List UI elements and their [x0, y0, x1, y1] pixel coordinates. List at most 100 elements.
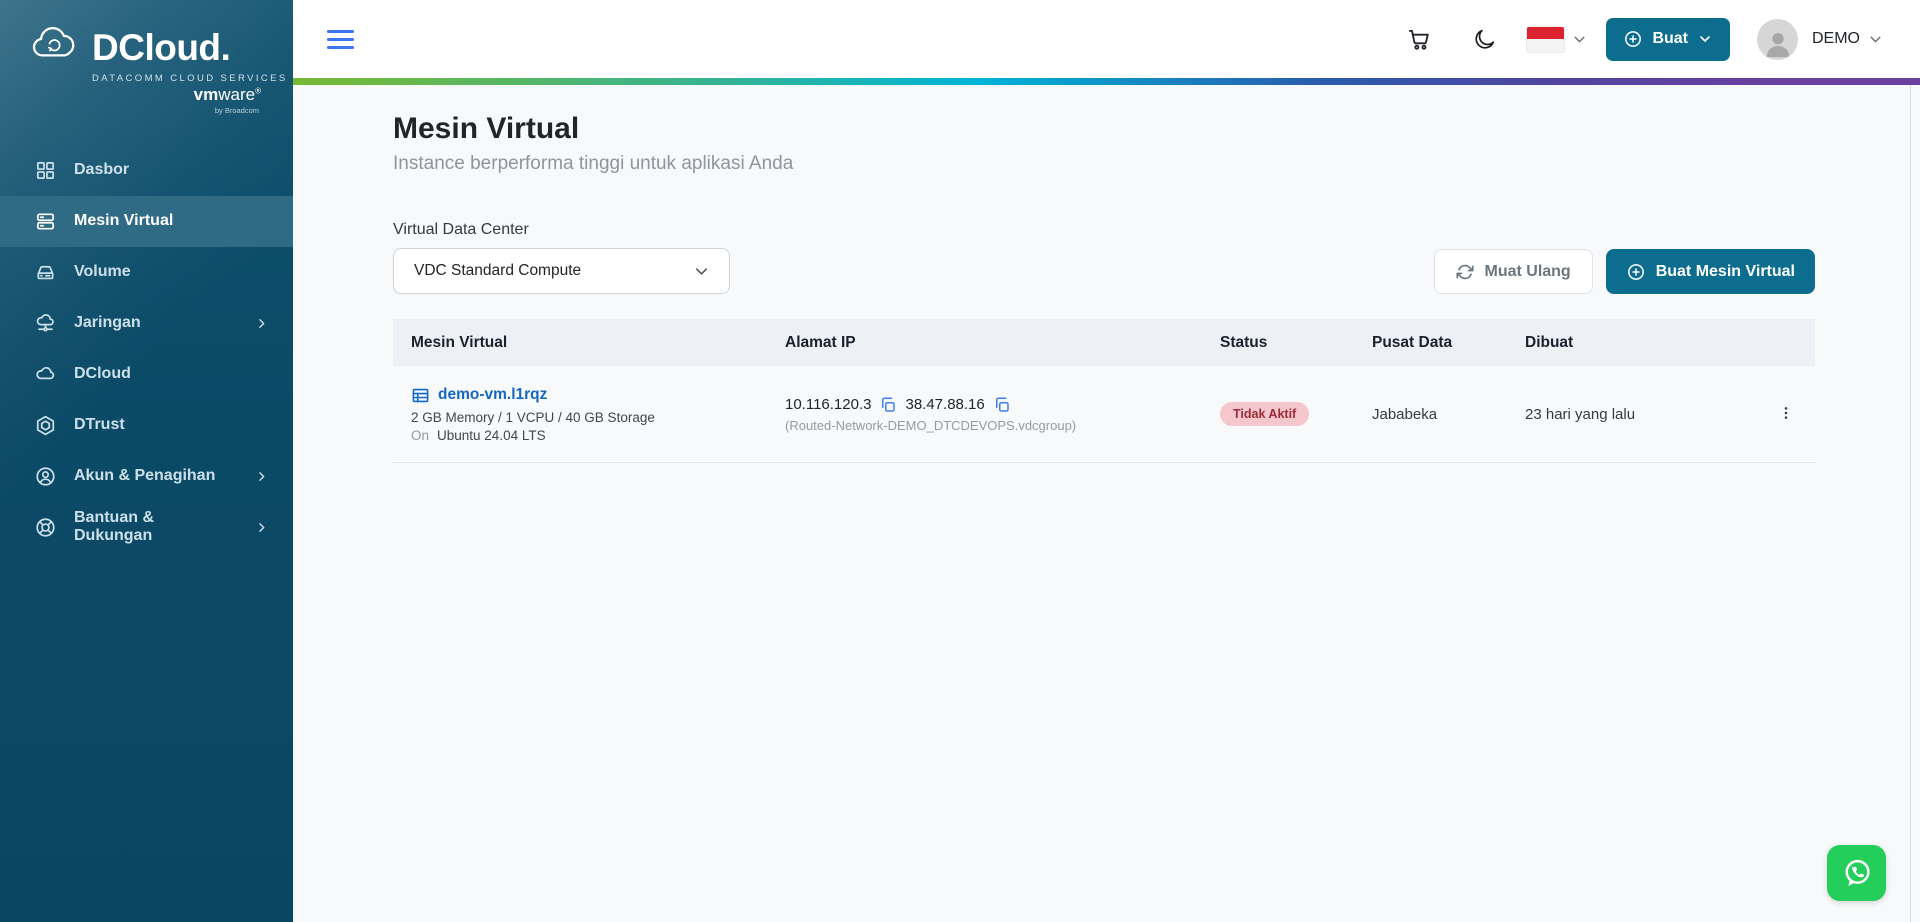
refresh-icon: [1456, 263, 1474, 281]
dcloud-cloud-logo-icon: [30, 26, 82, 69]
vm-name-link[interactable]: demo-vm.l1rqz: [438, 386, 547, 404]
chevron-down-icon: [692, 262, 711, 281]
vm-info-cell: demo-vm.l1rqz 2 GB Memory / 1 VCPU / 40 …: [393, 386, 785, 443]
user-name: DEMO: [1812, 30, 1860, 48]
create-button[interactable]: Buat: [1606, 18, 1730, 61]
chevron-right-icon: [250, 317, 273, 330]
cloud-icon: [34, 363, 57, 386]
server-icon: [34, 210, 57, 233]
created-cell: 23 hari yang lalu: [1525, 406, 1770, 423]
vm-os: OnUbuntu 24.04 LTS: [411, 428, 785, 443]
column-header: Dibuat: [1525, 334, 1770, 352]
page-subtitle: Instance berperforma tinggi untuk aplika…: [393, 153, 1815, 175]
brand-logo: DCloud. DATACOMM CLOUD SERVICES vmware® …: [0, 0, 293, 125]
sidebar: DCloud. DATACOMM CLOUD SERVICES vmware® …: [0, 0, 293, 922]
plus-circle-icon: [1626, 262, 1646, 282]
chevron-down-icon: [1867, 31, 1884, 48]
chevron-right-icon: [250, 470, 273, 483]
create-vm-button[interactable]: Buat Mesin Virtual: [1606, 249, 1815, 294]
drive-icon: [34, 261, 57, 284]
sidebar-item-label: Bantuan & Dukungan: [74, 509, 233, 545]
sidebar-item-label: Jaringan: [74, 314, 141, 332]
copy-public-ip-button[interactable]: [993, 396, 1011, 414]
copy-icon: [879, 396, 897, 414]
vdc-selected-value: VDC Standard Compute: [414, 262, 581, 280]
reload-button[interactable]: Muat Ulang: [1434, 249, 1592, 294]
moon-icon: [1472, 27, 1497, 52]
chevron-down-icon: [1571, 31, 1588, 48]
network-cloud-icon: [34, 312, 57, 335]
account-icon: [34, 465, 57, 488]
chevron-down-icon: [1697, 31, 1713, 47]
reload-button-label: Muat Ulang: [1484, 263, 1570, 281]
sidebar-item-dasbor[interactable]: Dasbor: [0, 145, 293, 196]
column-header: Status: [1220, 334, 1372, 352]
user-icon: [1761, 26, 1795, 60]
page-title: Mesin Virtual: [393, 112, 1815, 146]
vdc-select[interactable]: VDC Standard Compute: [393, 248, 730, 294]
main-panel: Mesin Virtual Instance berperforma tingg…: [293, 85, 1920, 922]
indonesia-flag-icon: [1527, 27, 1564, 52]
sidebar-item-bantuan-dukungan[interactable]: Bantuan & Dukungan: [0, 502, 293, 553]
whatsapp-button[interactable]: [1827, 845, 1886, 901]
hamburger-menu-button[interactable]: [323, 26, 358, 53]
status-badge: Tidak Aktif: [1220, 402, 1309, 426]
sidebar-item-label: DTrust: [74, 416, 125, 434]
private-ip: 10.116.120.3: [785, 396, 871, 413]
kebab-icon: [1778, 404, 1794, 422]
content-area: Buat DEMO Mesin Virtual Instance berperf…: [293, 0, 1920, 922]
topbar: Buat DEMO: [293, 0, 1920, 78]
cart-button[interactable]: [1406, 26, 1432, 52]
chevron-right-icon: [250, 521, 273, 534]
plus-circle-icon: [1623, 29, 1643, 49]
create-vm-button-label: Buat Mesin Virtual: [1656, 263, 1795, 281]
sidebar-item-volume[interactable]: Volume: [0, 247, 293, 298]
language-selector[interactable]: [1527, 27, 1588, 52]
network-name: (Routed-Network-DEMO_DTCDEVOPS.vdcgroup): [785, 418, 1220, 433]
life-buoy-icon: [34, 516, 57, 539]
row-actions-cell: [1770, 398, 1815, 431]
sidebar-item-label: DCloud: [74, 365, 131, 383]
whatsapp-icon: [1839, 855, 1875, 891]
datacenter-cell: Jababeka: [1372, 406, 1525, 423]
brand-gradient-strip: [293, 78, 1920, 85]
sidebar-item-dcloud[interactable]: DCloud: [0, 349, 293, 400]
sidebar-nav: Dasbor Mesin Virtual Volume: [0, 145, 293, 553]
ip-cell: 10.116.120.3 38.47.88.16 (Routed-Network…: [785, 396, 1220, 433]
user-menu[interactable]: DEMO: [1812, 30, 1884, 48]
brand-tagline: DATACOMM CLOUD SERVICES: [92, 73, 267, 84]
public-ip: 38.47.88.16: [905, 396, 984, 413]
column-header: Pusat Data: [1372, 334, 1525, 352]
sidebar-item-label: Akun & Penagihan: [74, 467, 215, 485]
sidebar-item-mesin-virtual[interactable]: Mesin Virtual: [0, 196, 293, 247]
brand-name: DCloud.: [92, 27, 230, 69]
sidebar-item-jaringan[interactable]: Jaringan: [0, 298, 293, 349]
vm-table: Mesin Virtual Alamat IP Status Pusat Dat…: [393, 319, 1815, 463]
dark-mode-toggle[interactable]: [1472, 27, 1497, 52]
status-cell: Tidak Aktif: [1220, 402, 1372, 426]
vm-specs: 2 GB Memory / 1 VCPU / 40 GB Storage: [411, 410, 785, 425]
table-row: demo-vm.l1rqz 2 GB Memory / 1 VCPU / 40 …: [393, 366, 1815, 463]
table-header-row: Mesin Virtual Alamat IP Status Pusat Dat…: [393, 319, 1815, 366]
hexagon-shield-icon: [34, 414, 57, 437]
sidebar-item-dtrust[interactable]: DTrust: [0, 400, 293, 451]
cart-icon: [1406, 26, 1432, 52]
scrollbar-track[interactable]: [1910, 85, 1911, 922]
app-root: DCloud. DATACOMM CLOUD SERVICES vmware® …: [0, 0, 1920, 922]
sidebar-item-label: Mesin Virtual: [74, 212, 173, 230]
avatar[interactable]: [1757, 19, 1798, 60]
sidebar-item-akun-penagihan[interactable]: Akun & Penagihan: [0, 451, 293, 502]
vmware-byline: by Broadcom: [30, 106, 259, 115]
create-button-label: Buat: [1652, 30, 1688, 48]
row-menu-button[interactable]: [1772, 398, 1800, 431]
sidebar-item-label: Dasbor: [74, 161, 129, 179]
vm-icon: [411, 386, 430, 405]
sidebar-item-label: Volume: [74, 263, 131, 281]
vmware-logo: vmware®: [30, 86, 261, 105]
column-header: Mesin Virtual: [393, 334, 785, 352]
copy-private-ip-button[interactable]: [879, 396, 897, 414]
vdc-label: Virtual Data Center: [393, 221, 730, 239]
column-header: Alamat IP: [785, 334, 1220, 352]
dashboard-icon: [34, 159, 57, 182]
copy-icon: [993, 396, 1011, 414]
